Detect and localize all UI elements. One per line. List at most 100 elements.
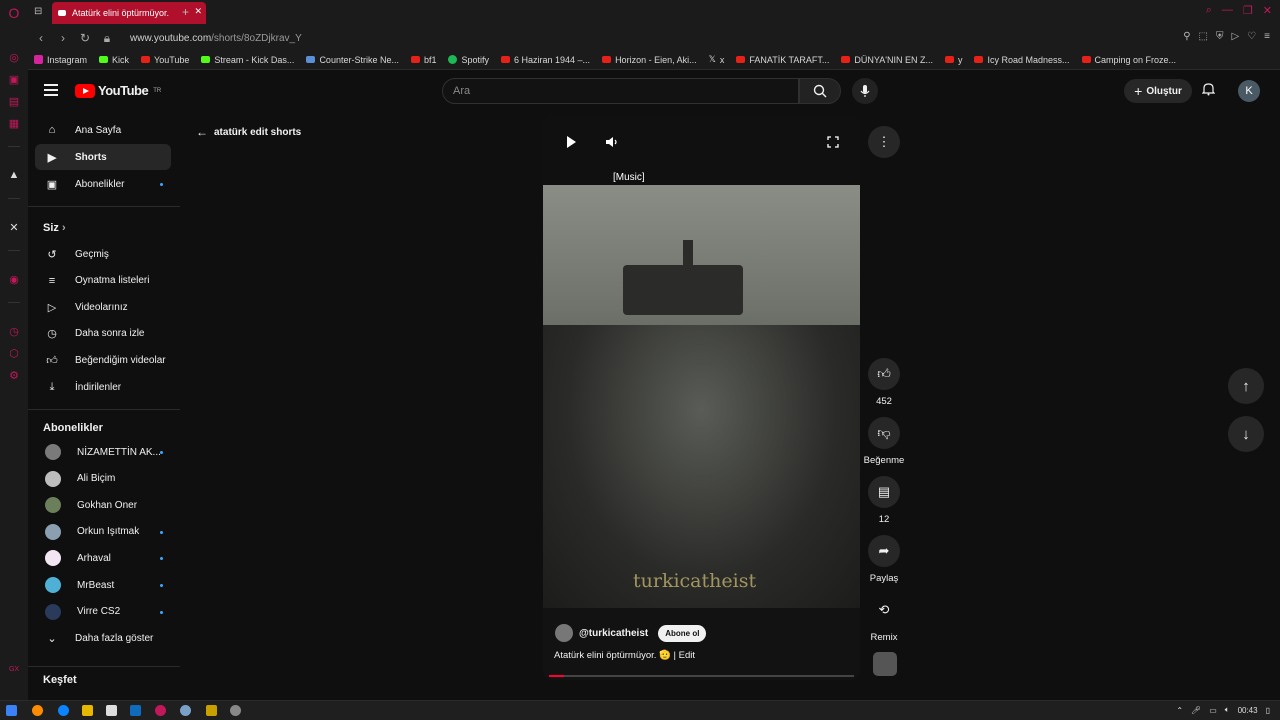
pin-icon[interactable]: ⚲ <box>1183 31 1190 42</box>
back-nav-icon[interactable]: ‹ <box>32 31 50 45</box>
search-tabs-icon[interactable]: ⌕ <box>1206 4 1212 17</box>
sidebar-item[interactable]: 👍︎ Beğendiğim videolar <box>35 347 171 373</box>
remix-button[interactable]: ⟲ <box>868 594 900 626</box>
notifications-icon[interactable] <box>1201 82 1216 99</box>
share-button[interactable]: ➦ <box>868 535 900 567</box>
bookmark-item[interactable]: y <box>944 55 962 65</box>
you-heading[interactable]: Siz › <box>43 222 66 234</box>
search-input[interactable]: Ara <box>442 78 799 104</box>
windows-start-icon[interactable] <box>6 705 17 716</box>
search-button[interactable] <box>799 78 841 104</box>
dislike-action[interactable]: 👎︎ Beğenme <box>854 417 914 466</box>
player-icon[interactable]: ◉ <box>7 272 21 286</box>
aria-icon[interactable]: ◎ <box>7 50 21 64</box>
bookmark-item[interactable]: YouTube <box>141 55 189 65</box>
app-icon[interactable] <box>32 705 43 716</box>
sidebar-item[interactable]: ↺ Geçmiş <box>35 241 171 267</box>
chevron-up-icon[interactable]: ⌃ <box>1176 706 1183 715</box>
notepad-icon[interactable] <box>106 705 117 716</box>
channel-avatar[interactable] <box>555 624 573 642</box>
explorer-icon[interactable] <box>82 705 93 716</box>
bookmark-item[interactable]: 6 Haziran 1944 –... <box>501 55 590 65</box>
bookmark-item[interactable]: Kick <box>99 55 129 65</box>
sidebar-item[interactable]: NİZAMETTİN AK... <box>35 439 171 465</box>
bookmark-item[interactable]: Icy Road Madness... <box>974 55 1070 65</box>
like-action[interactable]: 👍︎ 452 <box>854 358 914 407</box>
share-action[interactable]: ➦ Paylaş <box>854 535 914 584</box>
progress-bar[interactable] <box>549 675 854 677</box>
comment-button[interactable]: ▤ <box>868 476 900 508</box>
youtube-logo[interactable]: YouTube TR <box>75 83 161 98</box>
more-options-button[interactable]: ⋮ <box>868 126 900 158</box>
reload-icon[interactable]: ↻ <box>76 31 94 45</box>
bookmark-item[interactable]: Camping on Froze... <box>1081 55 1176 65</box>
bookmark-item[interactable]: Stream - Kick Das... <box>201 55 294 65</box>
play-button[interactable] <box>565 135 577 152</box>
m-icon[interactable]: ▦ <box>7 116 21 130</box>
snapshot-icon[interactable]: ⬚ <box>1199 31 1208 42</box>
monitor-icon[interactable]: ▭ <box>1209 706 1217 715</box>
sidebar-item[interactable]: ▣ Abonelikler <box>35 171 171 197</box>
app-icon[interactable] <box>206 705 217 716</box>
opera-taskbar-icon[interactable] <box>155 705 166 716</box>
like-button[interactable]: 👍︎ <box>868 358 900 390</box>
bag-icon[interactable]: ▣ <box>7 72 21 86</box>
bookmark-item[interactable]: FANATİK TARAFT... <box>736 55 829 65</box>
next-short-button[interactable]: ↓ <box>1228 416 1264 452</box>
bookmark-item[interactable]: Instagram <box>34 55 87 65</box>
sound-thumbnail[interactable] <box>873 652 897 676</box>
url-field[interactable]: www.youtube.com/shorts/8oZDjkrav_Y <box>130 33 302 44</box>
channel-info[interactable]: @turkicatheist Abone ol <box>555 624 707 642</box>
forward-nav-icon[interactable]: › <box>54 31 72 45</box>
subscribe-button[interactable]: Abone ol <box>658 624 707 642</box>
menu-icon[interactable]: ≡ <box>1264 31 1270 42</box>
outlook-icon[interactable] <box>130 705 141 716</box>
sidebar-item[interactable]: ⤓ İndirilenler <box>35 374 171 400</box>
steam-icon[interactable] <box>180 705 191 716</box>
speaker-icon[interactable]: 🔈︎ <box>1225 705 1230 715</box>
video-description[interactable]: Atatürk elini öptürmüyor. 🫡 | Edit <box>554 650 695 661</box>
sidebar-item[interactable]: Arhaval <box>35 545 171 571</box>
notification-tray-icon[interactable]: ▯ <box>1266 706 1270 715</box>
sidebar-item[interactable]: Ali Biçim <box>35 466 171 492</box>
settings-icon[interactable]: ⚙ <box>7 368 21 382</box>
avatar[interactable]: K <box>1238 80 1260 102</box>
kick-rail-icon[interactable]: ▲ <box>7 168 21 182</box>
sidebar-item[interactable]: Virre CS2 <box>35 599 171 625</box>
voice-search-button[interactable] <box>852 78 878 104</box>
sidebar-item[interactable]: ⌄ Daha fazla göster <box>35 625 171 651</box>
extensions-icon[interactable]: ⬡ <box>7 346 21 360</box>
tab-close-icon[interactable]: ✕ <box>194 6 202 17</box>
sidebar-item[interactable]: ≡ Oynatma listeleri <box>35 268 171 294</box>
shield-icon[interactable]: ⛨ <box>1216 31 1224 42</box>
play-icon[interactable]: ▷ <box>1231 31 1239 42</box>
mic-tray-icon[interactable]: 🎤︎ <box>1191 706 1201 715</box>
previous-short-button[interactable]: ↑ <box>1228 368 1264 404</box>
minimize-icon[interactable]: — <box>1222 4 1233 17</box>
mail-icon[interactable]: ▤ <box>7 94 21 108</box>
back-link[interactable]: ← atatürk edit shorts <box>196 125 301 139</box>
sidebar-item[interactable]: ▶ Shorts <box>35 144 171 170</box>
sidebar-item[interactable]: ◷ Daha sonra izle <box>35 321 171 347</box>
sidebar-item[interactable]: ▷ Videolarınız <box>35 294 171 320</box>
hamburger-menu-icon[interactable] <box>44 84 58 96</box>
channel-name[interactable]: @turkicatheist <box>579 628 648 639</box>
opera-logo-icon[interactable]: O <box>7 5 21 21</box>
bookmark-item[interactable]: Counter-Strike Ne... <box>306 55 399 65</box>
bookmark-item[interactable]: 𝕏x <box>709 54 725 65</box>
fullscreen-button[interactable] <box>827 135 839 151</box>
create-button[interactable]: + Oluştur <box>1124 79 1192 103</box>
sidebar-item[interactable]: MrBeast <box>35 572 171 598</box>
video-frame[interactable]: turkicatheist <box>543 185 860 608</box>
maximize-icon[interactable]: ❐ <box>1243 4 1253 17</box>
edge-icon[interactable] <box>58 705 69 716</box>
clock-icon[interactable]: ◷ <box>7 324 21 338</box>
heart-icon[interactable]: ♡ <box>1247 31 1256 42</box>
comment-action[interactable]: ▤ 12 <box>854 476 914 525</box>
x-rail-icon[interactable]: ✕ <box>7 220 21 234</box>
app-icon[interactable] <box>230 705 241 716</box>
shorts-player[interactable]: [Music] turkicatheist @turkicatheist Abo… <box>543 115 860 680</box>
clock-time[interactable]: 00:43 <box>1238 706 1258 715</box>
sidebar-item[interactable]: Gokhan Oner <box>35 492 171 518</box>
volume-button[interactable] <box>605 135 619 152</box>
